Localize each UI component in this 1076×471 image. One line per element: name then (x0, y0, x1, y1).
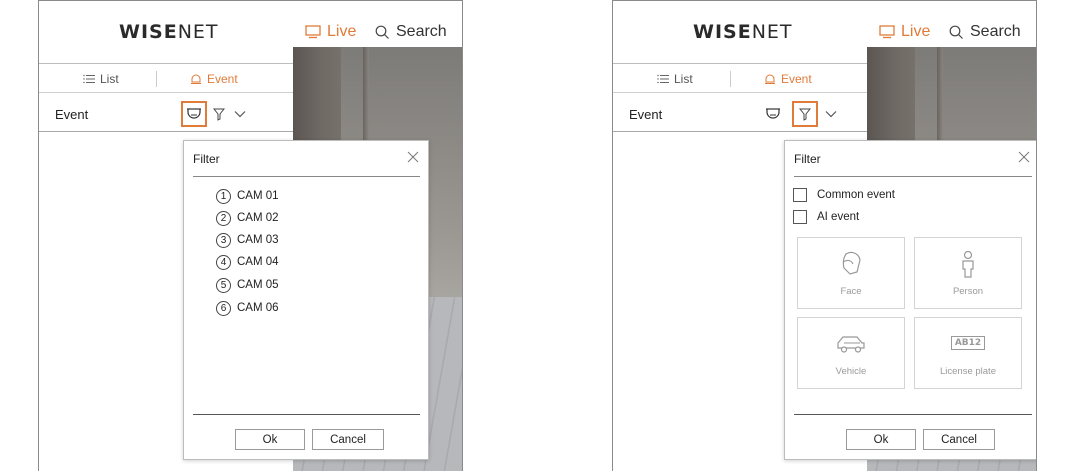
camera-number: 5 (216, 277, 231, 293)
divider (794, 176, 1032, 177)
cancel-button[interactable]: Cancel (312, 429, 384, 450)
tab-event[interactable]: Event (764, 72, 812, 86)
chevron-down-icon (234, 111, 246, 118)
nav-search[interactable]: Search (949, 23, 1021, 41)
dome-camera-icon (766, 108, 780, 119)
dome-camera-icon (187, 108, 201, 119)
top-bar: WISENET Live Search (613, 1, 1036, 47)
event-filter-dialog: Filter Common event AI event Face Person (784, 140, 1036, 460)
camera-label: CAM 06 (237, 302, 279, 314)
tab-event[interactable]: Event (190, 72, 238, 86)
vehicle-label: Vehicle (835, 366, 867, 377)
tab-list[interactable]: List (657, 72, 693, 86)
left-panel: WISENET Live Search List Event Event Fil… (38, 0, 463, 471)
person-label: Person (952, 286, 984, 297)
list-icon (83, 74, 95, 84)
top-bar: WISENET Live Search (39, 1, 462, 47)
chevron-down-icon (825, 111, 837, 118)
ok-button[interactable]: Ok (235, 429, 305, 450)
vehicle-tile[interactable]: Vehicle (797, 317, 905, 389)
license-plate-tile[interactable]: AB12 License plate (914, 317, 1022, 389)
tab-list-label: List (100, 72, 119, 86)
ai-event-checkbox[interactable] (793, 210, 807, 224)
ai-event-label: AI event (817, 211, 860, 223)
camera-label: CAM 04 (237, 256, 279, 268)
camera-label: CAM 03 (237, 234, 279, 246)
camera-number: 1 (216, 188, 231, 204)
camera-label: CAM 01 (237, 190, 279, 202)
common-event-checkbox[interactable] (793, 188, 807, 202)
bell-icon (191, 74, 201, 84)
funnel-icon (799, 108, 811, 121)
wisenet-logo: WISENET (119, 21, 219, 43)
person-icon (962, 250, 974, 278)
event-toolbar: Event (613, 96, 867, 132)
nav-live[interactable]: Live (879, 23, 930, 41)
camera-item[interactable]: 2 CAM 02 (216, 210, 279, 226)
nav-search-label: Search (970, 23, 1021, 40)
license-plate-icon: AB12 (950, 336, 986, 350)
expand-button[interactable] (227, 101, 253, 127)
face-icon (842, 251, 861, 275)
nav-live-label: Live (327, 23, 357, 40)
divider (193, 176, 420, 177)
ok-button[interactable]: Ok (846, 429, 916, 450)
tab-list[interactable]: List (83, 72, 119, 86)
expand-button[interactable] (818, 101, 844, 127)
cancel-button[interactable]: Cancel (923, 429, 995, 450)
common-event-label: Common event (817, 189, 895, 201)
tab-event-label: Event (207, 72, 238, 86)
face-tile[interactable]: Face (797, 237, 905, 309)
dialog-title: Filter (193, 152, 220, 166)
event-toolbar: Event (39, 96, 293, 132)
camera-filter-button[interactable] (181, 101, 207, 127)
camera-item[interactable]: 4 CAM 04 (216, 254, 279, 270)
ai-event-option[interactable]: AI event (793, 210, 859, 224)
camera-item[interactable]: 1 CAM 01 (216, 188, 279, 204)
bell-icon (765, 74, 775, 84)
view-tabs: List Event (39, 63, 293, 93)
nav-search[interactable]: Search (375, 23, 447, 41)
monitor-icon (879, 25, 895, 39)
camera-filter-dialog: Filter 1 CAM 01 2 CAM 02 3 CAM 03 4 CAM … (183, 140, 429, 460)
list-icon (657, 74, 669, 84)
right-panel: WISENET Live Search List Event Event Fil… (612, 0, 1037, 471)
camera-filter-button[interactable] (760, 101, 786, 127)
search-icon (375, 25, 389, 39)
person-tile[interactable]: Person (914, 237, 1022, 309)
camera-number: 3 (216, 232, 231, 248)
face-label: Face (840, 286, 862, 297)
license-plate-label: License plate (940, 366, 996, 377)
nav-search-label: Search (396, 23, 447, 40)
camera-item[interactable]: 6 CAM 06 (216, 300, 279, 316)
wisenet-logo: WISENET (693, 21, 793, 43)
close-icon[interactable] (406, 150, 420, 164)
nav-live-label: Live (901, 23, 931, 40)
camera-number: 6 (216, 300, 231, 316)
monitor-icon (305, 25, 321, 39)
camera-label: CAM 02 (237, 212, 279, 224)
search-icon (949, 25, 963, 39)
divider (193, 414, 420, 415)
camera-item[interactable]: 3 CAM 03 (216, 232, 279, 248)
camera-number: 2 (216, 210, 231, 226)
tab-list-label: List (674, 72, 693, 86)
event-label: Event (629, 107, 663, 122)
nav-live[interactable]: Live (305, 23, 356, 41)
camera-item[interactable]: 5 CAM 05 (216, 277, 279, 293)
tab-divider (156, 71, 157, 87)
event-filter-button[interactable] (792, 101, 818, 127)
common-event-option[interactable]: Common event (793, 188, 895, 202)
divider (794, 414, 1032, 415)
camera-label: CAM 05 (237, 279, 279, 291)
funnel-icon (213, 108, 225, 121)
dialog-title: Filter (794, 152, 821, 166)
tab-divider (730, 71, 731, 87)
close-icon[interactable] (1017, 150, 1031, 164)
tab-event-label: Event (781, 72, 812, 86)
event-label: Event (55, 107, 89, 122)
view-tabs: List Event (613, 63, 867, 93)
vehicle-icon (837, 336, 865, 353)
camera-number: 4 (216, 254, 231, 270)
